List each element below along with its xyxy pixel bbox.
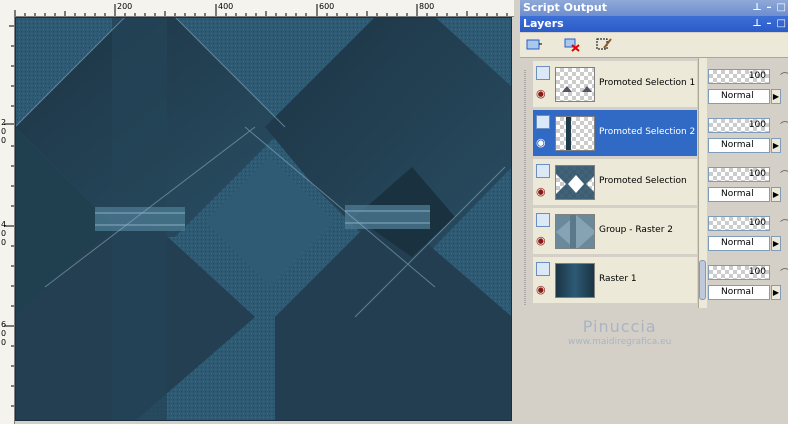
layer-props: 100 ⌒ Normal ▶ xyxy=(708,61,788,110)
layer-thumbnail xyxy=(555,67,595,102)
ruler-label-400: 400 xyxy=(218,2,234,11)
dropdown-arrow-icon[interactable]: ▶ xyxy=(771,236,781,251)
dropdown-arrow-icon[interactable]: ▶ xyxy=(771,89,781,104)
blend-mode-select[interactable]: Normal xyxy=(708,138,770,153)
watermark-name: Pinuccia xyxy=(582,317,657,336)
blend-mode-select[interactable]: Normal xyxy=(708,285,770,300)
dropdown-arrow-icon[interactable]: ▶ xyxy=(771,187,781,202)
opacity-field[interactable]: 100 xyxy=(708,167,770,182)
layer-props: 100 ⌒ Normal ▶ xyxy=(708,159,788,208)
layer-row[interactable]: ◉ Promoted Selection 1 xyxy=(533,61,697,108)
layer-props: 100 ⌒ Normal ▶ xyxy=(708,257,788,306)
eye-icon[interactable]: ◉ xyxy=(536,185,546,198)
canvas-artwork xyxy=(15,17,512,421)
ruler-v-label: 0 xyxy=(1,238,7,247)
image-canvas[interactable] xyxy=(15,17,512,421)
layer-type-icon xyxy=(536,262,550,276)
layer-name: Promoted Selection 1 xyxy=(599,78,696,88)
ruler-v-label: 0 xyxy=(1,229,7,238)
ruler-label-200: 200 xyxy=(117,2,133,11)
layer-type-icon xyxy=(536,164,550,178)
layer-props: 100 ⌒ Normal ▶ xyxy=(708,208,788,257)
ruler-label-800: 800 xyxy=(419,2,435,11)
ruler-v-label: 2 xyxy=(1,118,7,127)
layer-thumbnail xyxy=(555,214,595,249)
minimize-icon[interactable]: – xyxy=(767,2,772,13)
layer-thumbnail xyxy=(555,165,595,200)
blend-mode-select[interactable]: Normal xyxy=(708,89,770,104)
watermark-url: www.maidiregrafica.eu xyxy=(568,337,672,347)
delete-layer-icon[interactable] xyxy=(562,36,582,54)
layer-tree-lines xyxy=(524,70,526,306)
dropdown-arrow-icon[interactable]: ▶ xyxy=(771,285,781,300)
vertical-ruler: 2 0 0 4 0 0 6 0 0 xyxy=(0,16,15,424)
scrollbar-thumb[interactable] xyxy=(699,260,706,300)
layer-name: Raster 1 xyxy=(599,274,637,284)
ruler-label-600: 600 xyxy=(319,2,335,11)
layer-row[interactable]: ◉ Promoted Selection xyxy=(533,159,697,206)
layers-title: Layers xyxy=(523,17,564,30)
ruler-v-label: 0 xyxy=(1,127,7,136)
watermark: Pinuccia www.maidiregrafica.eu xyxy=(568,317,671,347)
edit-selection-icon[interactable] xyxy=(594,36,614,54)
ruler-v-label: 0 xyxy=(1,338,7,347)
restore-icon[interactable]: □ xyxy=(777,18,786,29)
layer-name: Promoted Selection 2 xyxy=(599,127,696,137)
layer-properties-column: 100 ⌒ Normal ▶ 100 ⌒ Normal ▶ 100 ⌒ Norm… xyxy=(708,58,788,308)
pin-icon[interactable]: ⊥ xyxy=(752,2,761,13)
layer-row[interactable]: ◉ Raster 1 xyxy=(533,257,697,304)
opacity-field[interactable]: 100 xyxy=(708,265,770,280)
layers-panel: ◉ Promoted Selection 1 ◉ Promoted Select… xyxy=(520,58,788,424)
eye-icon[interactable]: ◉ xyxy=(536,87,546,100)
layer-thumbnail xyxy=(555,116,595,151)
layer-row[interactable]: ◉ Group - Raster 2 xyxy=(533,208,697,255)
script-output-titlebar[interactable]: Script Output ⊥ – □ xyxy=(520,0,788,16)
blend-mode-select[interactable]: Normal xyxy=(708,187,770,202)
horizontal-ruler: 200 400 600 800 xyxy=(0,0,514,17)
opacity-field[interactable]: 100 xyxy=(708,69,770,84)
ruler-v-label: 6 xyxy=(1,320,7,329)
lock-icon[interactable]: ⌒ xyxy=(780,216,788,231)
layer-type-icon xyxy=(536,115,550,129)
layers-toolbar xyxy=(520,33,788,58)
layers-titlebar[interactable]: Layers ⊥ – □ xyxy=(520,16,788,32)
pin-icon[interactable]: ⊥ xyxy=(752,18,761,29)
new-layer-icon[interactable] xyxy=(524,36,544,54)
lock-icon[interactable]: ⌒ xyxy=(780,265,788,280)
script-output-title: Script Output xyxy=(523,1,608,14)
lock-icon[interactable]: ⌒ xyxy=(780,118,788,133)
layers-scrollbar[interactable] xyxy=(698,58,707,308)
layer-props: 100 ⌒ Normal ▶ xyxy=(708,110,788,159)
lock-icon[interactable]: ⌒ xyxy=(780,167,788,182)
ruler-v-label: 0 xyxy=(1,329,7,338)
ruler-v-label: 0 xyxy=(1,136,7,145)
dropdown-arrow-icon[interactable]: ▶ xyxy=(771,138,781,153)
ruler-v-label: 4 xyxy=(1,220,7,229)
blend-mode-select[interactable]: Normal xyxy=(708,236,770,251)
layer-name: Promoted Selection xyxy=(599,176,687,186)
layer-thumbnail xyxy=(555,263,595,298)
layer-type-icon xyxy=(536,213,550,227)
eye-icon[interactable]: ◉ xyxy=(536,283,546,296)
layer-type-icon xyxy=(536,66,550,80)
eye-icon[interactable]: ◉ xyxy=(536,136,546,149)
opacity-field[interactable]: 100 xyxy=(708,216,770,231)
layer-row-selected[interactable]: ◉ Promoted Selection 2 xyxy=(533,110,697,157)
restore-icon[interactable]: □ xyxy=(777,2,786,13)
lock-icon[interactable]: ⌒ xyxy=(780,69,788,84)
layer-name: Group - Raster 2 xyxy=(599,225,673,235)
eye-icon[interactable]: ◉ xyxy=(536,234,546,247)
minimize-icon[interactable]: – xyxy=(767,18,772,29)
opacity-field[interactable]: 100 xyxy=(708,118,770,133)
